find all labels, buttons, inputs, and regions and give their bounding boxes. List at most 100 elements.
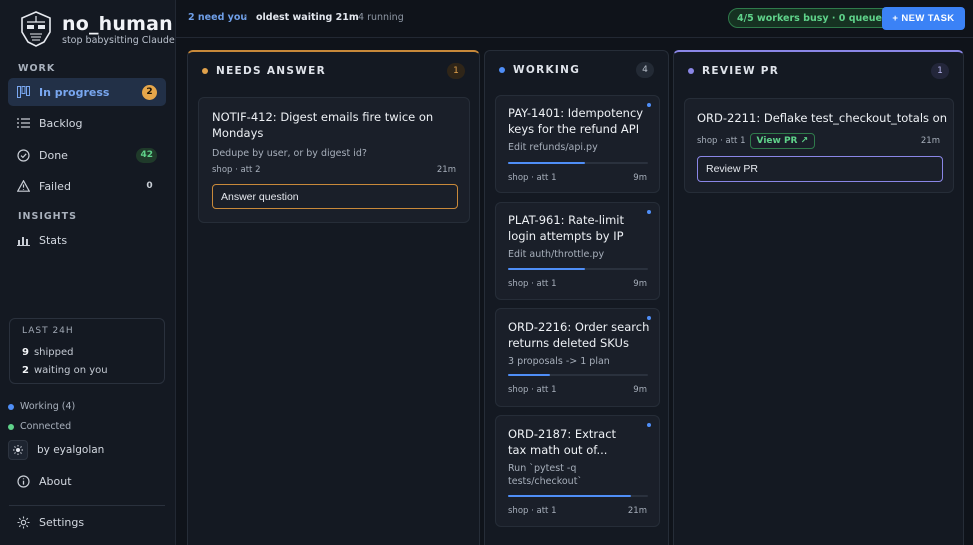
info-icon: [17, 475, 30, 488]
card-subtitle: Edit refunds/api.py: [508, 142, 598, 153]
card-time: 21m: [436, 165, 456, 175]
task-card[interactable]: PLAT-961: Rate-limit login attempts by I…: [495, 202, 660, 300]
sidebar-item-label: In progress: [39, 85, 110, 99]
robot-mask-logo-icon: [21, 11, 51, 47]
card-title: NOTIF-412: Digest emails fire twice on M…: [212, 110, 434, 140]
separator-dot: ·: [348, 12, 352, 23]
settings-label: Settings: [39, 516, 85, 529]
task-card[interactable]: PAY-1401: Idempotency keys for the refun…: [495, 95, 660, 193]
brand-name: no_human: [62, 12, 173, 35]
card-time: 21m: [920, 136, 940, 146]
bar-chart-icon: [17, 234, 30, 247]
section-label-work: WORK: [18, 63, 56, 74]
column-review-pr: REVIEW PR 1 ORD-2211: Deflake test_check…: [673, 50, 964, 545]
status-connected: Connected: [8, 421, 71, 432]
column-title: REVIEW PR: [702, 65, 780, 77]
sidebar-item-label: Done: [39, 148, 68, 162]
card-title: PAY-1401: Idempotency keys for the refun…: [508, 106, 644, 136]
card-title: ORD-2187: Extract tax math out of...: [508, 427, 617, 457]
card-time: 9m: [633, 385, 647, 395]
status-working-label: Working (4): [20, 401, 76, 412]
running-count: 4 running: [358, 12, 404, 23]
card-title: ORD-2211: Deflake test_checkout_totals o…: [697, 111, 951, 125]
card-meta: shop · att 1: [508, 173, 557, 183]
working-dot-icon: [8, 403, 14, 410]
card-title: ORD-2216: Order search returns deleted S…: [508, 320, 650, 350]
about-label: About: [39, 475, 72, 488]
last-24h-summary: LAST 24H 9 shipped 2 waiting on you: [9, 318, 165, 384]
task-card[interactable]: NOTIF-412: Digest emails fire twice on M…: [198, 97, 470, 223]
shipped-label: shipped: [33, 347, 74, 358]
sidebar-item-in-progress[interactable]: In progress 2: [8, 78, 166, 106]
sidebar-item-done[interactable]: Done 42: [8, 141, 166, 169]
gear-icon: [17, 516, 30, 529]
progress-fill: [508, 162, 585, 164]
user-credit-label: by eyalgolan: [37, 444, 105, 456]
sidebar-item-failed[interactable]: Failed 0: [8, 172, 166, 200]
shipped-count: 9: [22, 347, 29, 358]
needs-dot-icon: [202, 68, 208, 74]
card-meta-row: shop · att 1 View PR ↗: [697, 133, 816, 149]
column-needs-answer: NEEDS ANSWER 1 NOTIF-412: Digest emails …: [187, 50, 480, 545]
count-badge: 2: [142, 84, 157, 100]
review-dot-icon: [688, 68, 694, 74]
sidebar-item-label: Backlog: [39, 116, 83, 130]
sidebar-item-stats[interactable]: Stats: [8, 226, 166, 254]
settings-link[interactable]: Settings: [17, 516, 84, 529]
columns-icon: [17, 86, 30, 99]
workers-status-pill: 4/5 workers busy · 0 queued: [728, 8, 898, 28]
waiting-label: waiting on you: [33, 365, 108, 376]
column-header: NEEDS ANSWER 1: [188, 52, 479, 90]
card-meta: shop · att 1: [508, 385, 557, 395]
progress-bar: [508, 495, 648, 497]
answer-question-button[interactable]: Answer question: [212, 184, 458, 209]
sidebar-divider: [9, 505, 165, 506]
need-you-link[interactable]: 2 need you: [188, 12, 247, 23]
last-24h-title: LAST 24H: [22, 326, 74, 336]
progress-bar: [508, 374, 648, 376]
shipped-row: 9 shipped: [22, 344, 152, 362]
card-title: PLAT-961: Rate-limit login attempts by I…: [508, 213, 624, 243]
card-subtitle: 3 proposals -> 1 plan: [508, 356, 610, 367]
column-title: NEEDS ANSWER: [216, 65, 326, 77]
sidebar-item-label: Failed: [39, 179, 71, 193]
task-card[interactable]: ORD-2216: Order search returns deleted S…: [495, 308, 660, 407]
waiting-count: 2: [22, 365, 29, 376]
oldest-waiting: oldest waiting 21m: [256, 12, 359, 23]
count-badge: 0: [146, 181, 153, 191]
column-header: REVIEW PR 1: [674, 52, 963, 90]
warning-icon: [17, 180, 30, 193]
sidebar-item-backlog[interactable]: Backlog: [8, 109, 166, 137]
new-task-button[interactable]: + NEW TASK: [882, 7, 965, 30]
list-icon: [17, 117, 30, 130]
column-count: 1: [447, 63, 465, 79]
column-working: WORKING 4 PAY-1401: Idempotency keys for…: [484, 50, 669, 545]
view-pr-link[interactable]: View PR ↗: [749, 133, 816, 149]
sidebar: no_human stop babysitting Claude WORK In…: [0, 0, 176, 545]
card-meta: shop · att 1: [508, 506, 557, 516]
progress-bar: [508, 162, 648, 164]
card-meta: shop · att 1: [697, 136, 746, 146]
review-pr-button[interactable]: Review PR: [697, 156, 943, 182]
card-time: 9m: [633, 173, 647, 183]
brand[interactable]: no_human stop babysitting Claude: [18, 10, 175, 48]
user-credit[interactable]: by eyalgolan: [8, 440, 104, 460]
brand-tagline: stop babysitting Claude: [62, 34, 175, 46]
column-count: 4: [636, 62, 654, 78]
card-meta: shop · att 2: [212, 165, 261, 175]
about-link[interactable]: About: [17, 475, 72, 488]
status-working: Working (4): [8, 401, 75, 412]
separator-dot: ·: [244, 12, 248, 23]
count-badge: 42: [136, 147, 157, 163]
column-count: 1: [931, 63, 949, 79]
card-subtitle: Dedupe by user, or by digest id?: [212, 148, 367, 159]
sun-icon: [8, 440, 28, 460]
column-title: WORKING: [513, 64, 581, 76]
waiting-row: 2 waiting on you: [22, 362, 152, 380]
section-label-insights: INSIGHTS: [18, 211, 77, 222]
progress-fill: [508, 268, 585, 270]
task-card[interactable]: ORD-2211: Deflake test_checkout_totals o…: [684, 98, 954, 193]
progress-fill: [508, 374, 550, 376]
card-meta: shop · att 1: [508, 279, 557, 289]
task-card[interactable]: ORD-2187: Extract tax math out of... Run…: [495, 415, 660, 527]
